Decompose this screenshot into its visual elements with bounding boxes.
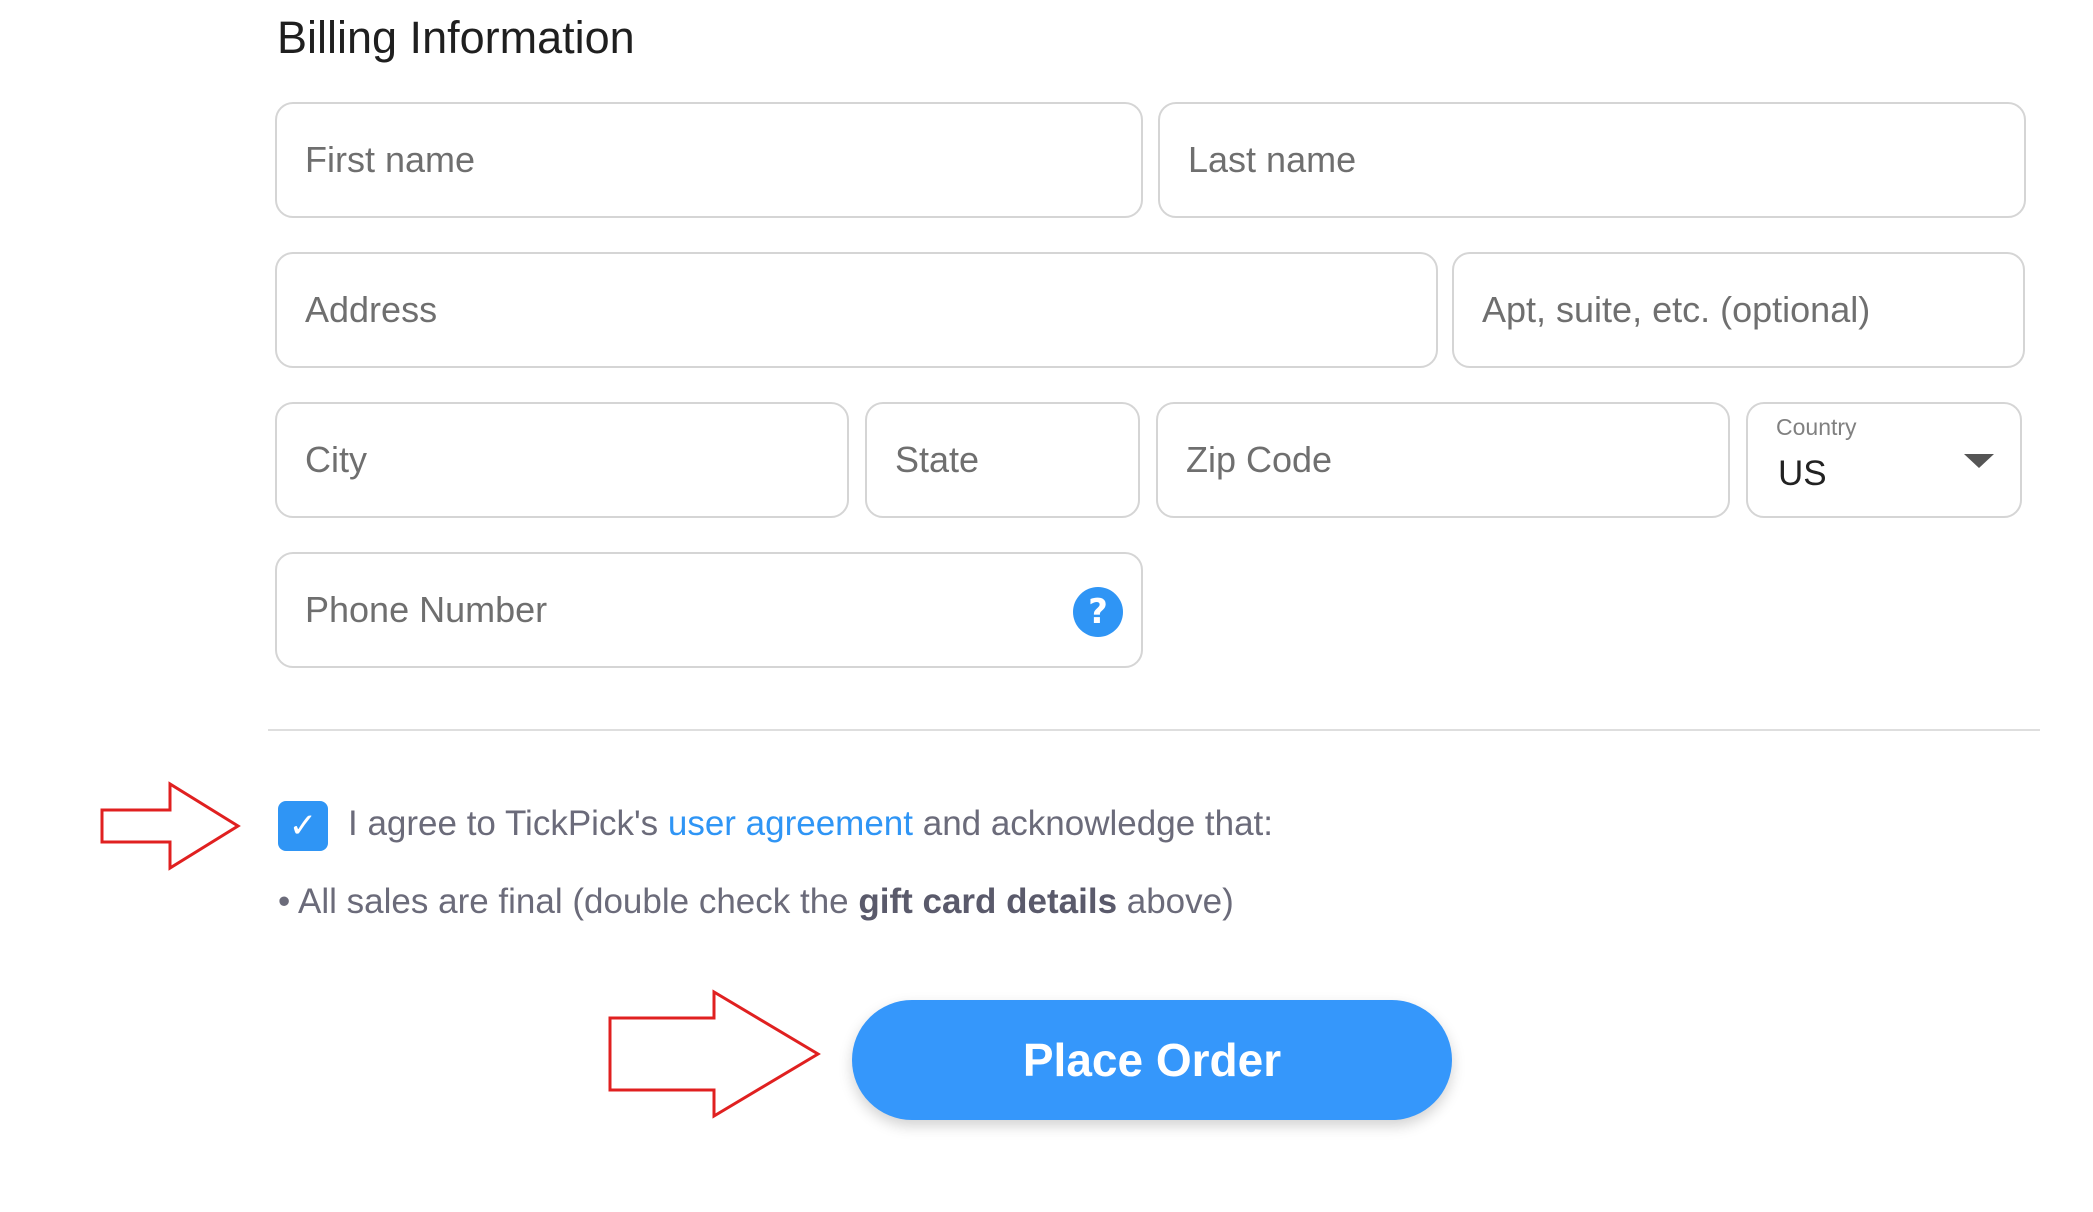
annotation-arrow-button-icon [608,989,821,1119]
agreement-checkbox[interactable]: ✓ [278,801,328,851]
apt-input[interactable] [1482,254,2003,366]
user-agreement-link[interactable]: user agreement [668,804,913,843]
phone-input[interactable] [305,554,1051,666]
annotation-arrow-checkbox-icon [100,781,241,871]
apt-field[interactable] [1452,252,2025,368]
address-input[interactable] [305,254,1416,366]
city-input[interactable] [305,404,827,516]
agreement-suffix: and acknowledge that: [913,804,1273,843]
first-name-input[interactable] [305,104,1121,216]
zip-field[interactable] [1156,402,1730,518]
zip-input[interactable] [1186,404,1708,516]
phone-field[interactable]: ? [275,552,1143,668]
sales-final-note: • All sales are final (double check the … [278,882,1234,922]
place-order-button[interactable]: Place Order [852,1000,1452,1120]
help-icon[interactable]: ? [1073,587,1123,637]
state-input[interactable] [895,404,1118,516]
gift-card-details-text: gift card details [858,882,1118,921]
country-value: US [1778,454,1827,493]
note-suffix: above) [1117,882,1234,921]
last-name-input[interactable] [1188,104,2004,216]
city-field[interactable] [275,402,849,518]
country-label: Country [1776,414,1857,440]
address-field[interactable] [275,252,1438,368]
note-prefix: • All sales are final (double check the [278,882,859,921]
state-field[interactable] [865,402,1140,518]
agreement-text: I agree to TickPick's user agreement and… [348,804,1273,844]
billing-title: Billing Information [277,12,635,63]
chevron-down-icon [1964,454,1994,468]
country-select[interactable]: Country US [1746,402,2022,518]
agreement-prefix: I agree to TickPick's [348,804,668,843]
first-name-field[interactable] [275,102,1143,218]
last-name-field[interactable] [1158,102,2026,218]
section-divider [268,729,2040,731]
